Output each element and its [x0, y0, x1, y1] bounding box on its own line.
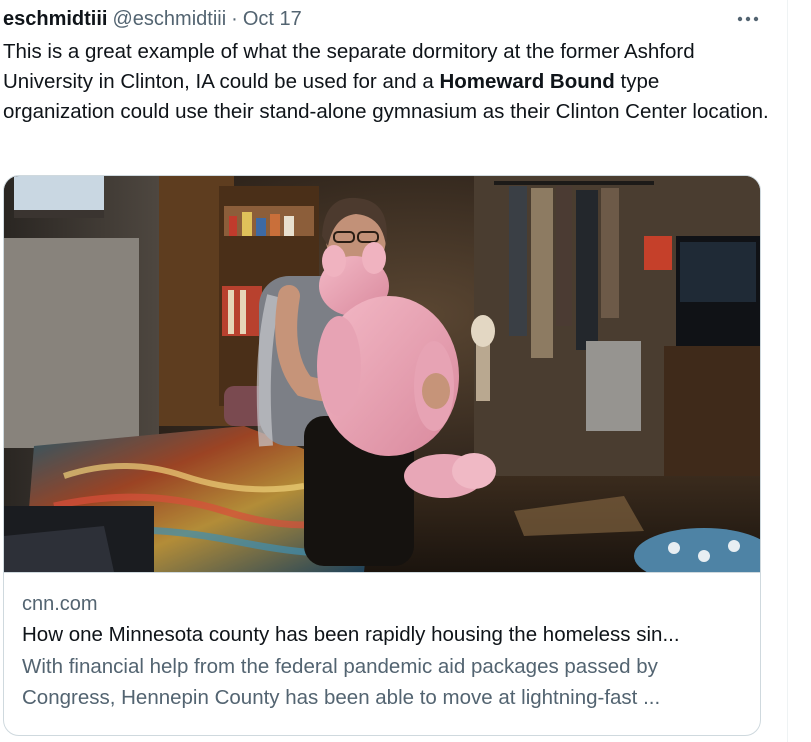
card-description-line2: Congress, Hennepin County has been able … — [22, 686, 661, 709]
card-photo — [4, 176, 760, 572]
card-domain: cnn.com — [22, 593, 98, 615]
more-options-button[interactable] — [734, 8, 762, 30]
tweet-timestamp[interactable]: Oct 17 — [243, 6, 302, 32]
tweet-text-bold: Homeward Bound — [439, 70, 615, 93]
tweet-header: eschmidtiii @eschmidtiii · Oct 17 — [3, 6, 302, 32]
timeline-divider — [787, 0, 788, 742]
more-horizontal-icon — [737, 16, 759, 22]
card-body: cnn.com How one Minnesota county has bee… — [4, 572, 760, 735]
link-card[interactable]: cnn.com How one Minnesota county has bee… — [3, 175, 761, 736]
tweet-text: This is a great example of what the sepa… — [3, 37, 773, 127]
card-title: How one Minnesota county has been rapidl… — [22, 623, 680, 646]
tweet[interactable]: eschmidtiii @eschmidtiii · Oct 17 This i… — [0, 0, 787, 742]
card-description-line1: With financial help from the federal pan… — [22, 655, 658, 678]
author-handle[interactable]: @eschmidtiii — [112, 6, 226, 32]
card-description: With financial help from the federal pan… — [22, 651, 744, 713]
author-display-name[interactable]: eschmidtiii — [3, 6, 107, 32]
header-separator: · — [231, 8, 238, 30]
